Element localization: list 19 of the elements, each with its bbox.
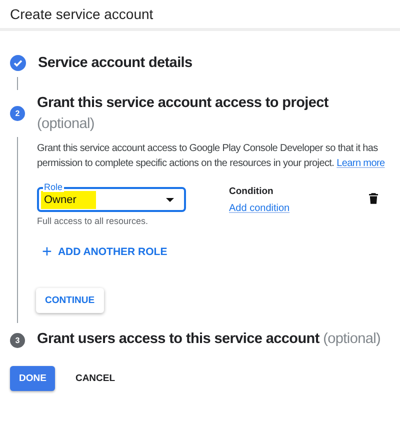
done-button[interactable]: DONE: [10, 366, 56, 391]
optional-label: (optional): [37, 115, 96, 134]
optional-label: (optional): [323, 331, 381, 347]
add-condition-link[interactable]: Add condition: [229, 203, 290, 214]
step-title: Service account details: [38, 54, 194, 73]
caret-icon: [166, 198, 174, 202]
step-title-text: Grant this service account access to project: [37, 95, 328, 111]
condition-label: Condition: [229, 186, 274, 197]
helper-text: Full access to all resources.: [37, 216, 150, 226]
add-another-role-button[interactable]: + ADD ANOTHER ROLE: [42, 246, 168, 258]
description-text: Grant this service account access to Google Play Console Developer so that it has permission to complete specific actions on the resources in your project. Learn more: [37, 142, 386, 171]
learn-more-link[interactable]: Learn more: [336, 158, 385, 169]
step-number: 3: [10, 333, 25, 348]
window-title: Create service account: [10, 6, 154, 22]
cancel-button[interactable]: CANCEL: [65, 366, 126, 391]
continue-button[interactable]: CONTINUE: [36, 288, 104, 313]
trash-icon[interactable]: [369, 193, 378, 204]
step-number: 2: [10, 106, 25, 121]
step-title-text: Grant users access to this service account: [37, 331, 320, 347]
